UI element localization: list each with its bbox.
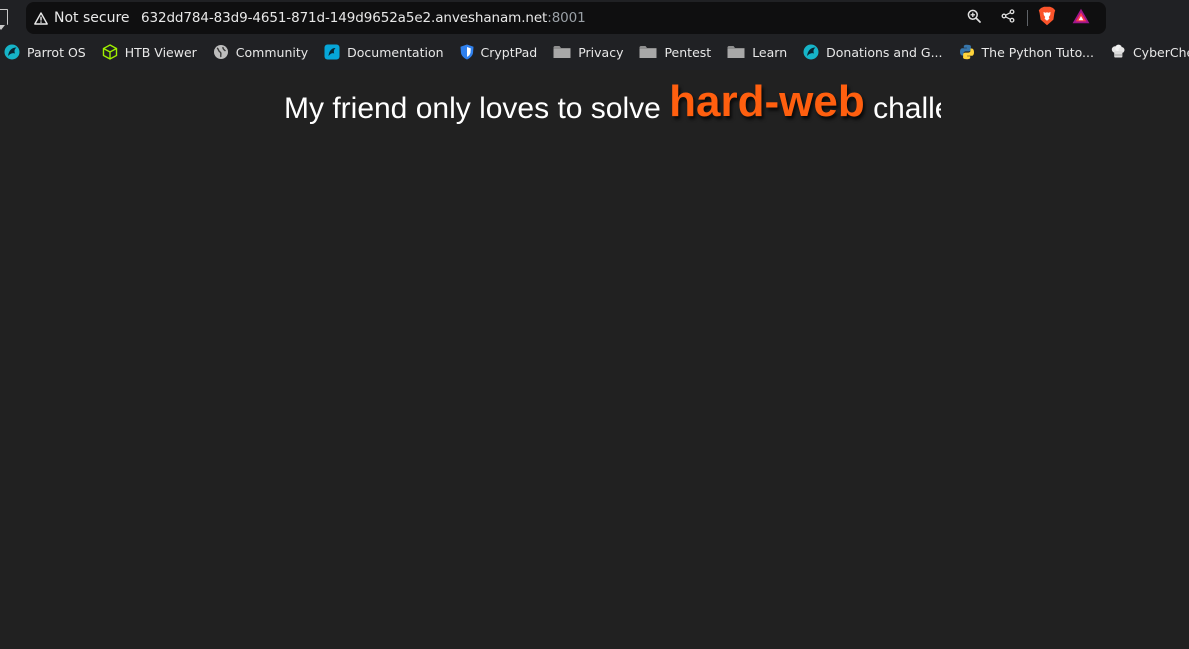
- security-indicator[interactable]: Not secure: [34, 2, 130, 34]
- bookmark-pentest[interactable]: Pentest: [631, 41, 719, 63]
- brave-rewards-button[interactable]: [1064, 2, 1098, 34]
- url-port: :8001: [547, 10, 586, 26]
- brave-shield-icon: [1038, 6, 1056, 31]
- headline-highlight: hard-web: [669, 77, 865, 126]
- brave-shields-button[interactable]: [1030, 2, 1064, 34]
- bookmark-documentation[interactable]: Documentation: [316, 41, 451, 63]
- zoom-button[interactable]: [957, 2, 991, 34]
- bookmark-page-icon[interactable]: [0, 9, 8, 30]
- cube-icon: [102, 44, 118, 60]
- bookmark-privacy[interactable]: Privacy: [545, 41, 631, 63]
- python-icon: [959, 44, 975, 60]
- page-content: [0, 70, 1189, 649]
- bookmark-python-tutorial[interactable]: The Python Tuto...: [951, 41, 1102, 63]
- chef-icon: [1110, 44, 1126, 60]
- folder-icon: [553, 45, 571, 59]
- url-host: 632dd784-83d9-4651-871d-149d9652a5e2.anv…: [141, 10, 548, 26]
- bookmark-cyberchef[interactable]: CyberChef: [1102, 41, 1189, 63]
- bookmark-cryptpad[interactable]: CryptPad: [452, 41, 546, 63]
- headline: My friend only loves to solve hard-web c…: [284, 74, 941, 130]
- bookmark-label: CryptPad: [480, 44, 538, 60]
- bookmark-parrot-os[interactable]: Parrot OS: [0, 41, 94, 63]
- bookmark-label: Learn: [752, 44, 788, 60]
- bookmark-label: Documentation: [347, 44, 444, 60]
- security-label: Not secure: [54, 10, 130, 26]
- address-bar-divider: [1027, 10, 1028, 26]
- shield-icon: [460, 44, 474, 60]
- folder-icon: [727, 45, 745, 59]
- bookmark-label: Privacy: [578, 44, 624, 60]
- bookmark-label: CyberChef: [1132, 44, 1189, 60]
- warning-icon: [34, 11, 48, 25]
- share-icon: [1001, 8, 1015, 28]
- bookmark-label: Pentest: [664, 44, 712, 60]
- parrot-icon: [4, 44, 20, 60]
- bookmark-community[interactable]: Community: [205, 41, 316, 63]
- bookmarks-bar: Parrot OS HTB Viewer Community Documenta…: [0, 41, 1189, 63]
- bookmark-label: Donations and G...: [826, 44, 943, 60]
- headline-container: My friend only loves to solve hard-web c…: [284, 70, 941, 130]
- bookmark-learn[interactable]: Learn: [719, 41, 795, 63]
- parrot-doc-icon: [324, 44, 340, 60]
- brave-rewards-icon: [1072, 8, 1090, 29]
- headline-text-start: My friend only loves to solve: [284, 92, 670, 125]
- bookmark-label: Parrot OS: [27, 44, 86, 60]
- share-button[interactable]: [991, 2, 1025, 34]
- folder-icon: [639, 45, 657, 59]
- globe-icon: [213, 44, 229, 60]
- bookmark-label: The Python Tuto...: [981, 44, 1094, 60]
- url-text[interactable]: 632dd784-83d9-4651-871d-149d9652a5e2.anv…: [141, 2, 586, 34]
- browser-chrome: Not secure 632dd784-83d9-4651-871d-149d9…: [0, 0, 1189, 70]
- headline-text-end: challenges: [873, 92, 941, 125]
- bookmark-htb-viewer[interactable]: HTB Viewer: [94, 41, 205, 63]
- address-bar-actions: [957, 2, 1098, 34]
- parrot-icon: [803, 44, 819, 60]
- bookmark-label: HTB Viewer: [124, 44, 197, 60]
- address-bar[interactable]: Not secure 632dd784-83d9-4651-871d-149d9…: [26, 2, 1106, 34]
- bookmark-label: Community: [235, 44, 309, 60]
- zoom-icon: [967, 9, 981, 28]
- bookmark-donations[interactable]: Donations and G...: [795, 41, 950, 63]
